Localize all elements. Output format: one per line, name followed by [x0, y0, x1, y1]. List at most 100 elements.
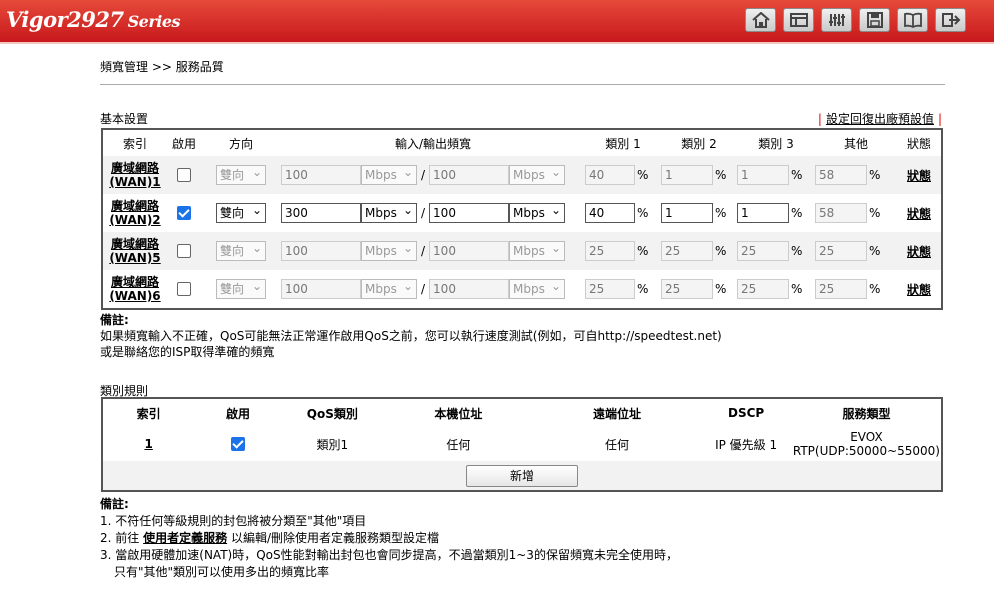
class2-input[interactable]: 1: [661, 203, 713, 223]
outbound-unit-select[interactable]: Mbps: [509, 201, 566, 223]
wan-enable-checkbox[interactable]: [177, 168, 191, 183]
outbound-input[interactable]: 100: [429, 165, 510, 185]
bandwidth-slash: /: [421, 168, 426, 182]
class1-input[interactable]: 25: [585, 279, 635, 299]
bandwidth-slash: /: [421, 282, 426, 296]
note1-title: 備註:: [100, 313, 129, 327]
inbound-unit-select[interactable]: Mbps: [361, 201, 417, 223]
other-input: 58: [815, 165, 867, 185]
bandwidth-slash: /: [421, 206, 426, 220]
wan-index-line1: 廣域網路: [110, 237, 159, 251]
status-link[interactable]: 狀態: [907, 169, 931, 183]
wan-index-link[interactable]: 廣域網路 (WAN)1: [109, 161, 160, 189]
class3-input[interactable]: 25: [737, 241, 789, 261]
outbound-unit-select[interactable]: Mbps: [509, 277, 566, 299]
outbound-input[interactable]: 100: [429, 241, 510, 261]
col-class2: 類別 2: [681, 136, 717, 151]
rule-enable-checkbox[interactable]: [230, 437, 245, 452]
rule-col-local: 本機位址: [434, 406, 483, 421]
add-rule-button[interactable]: 新增: [466, 464, 578, 487]
sliders-icon[interactable]: [821, 8, 852, 32]
percent-sign: %: [715, 206, 727, 220]
wan-enable-checkbox[interactable]: [177, 206, 191, 221]
wan-enable-checkbox[interactable]: [177, 244, 191, 259]
inbound-input[interactable]: 300: [281, 203, 361, 223]
percent-sign: %: [637, 168, 649, 182]
inbound-input[interactable]: 100: [281, 279, 361, 299]
inbound-unit-select[interactable]: Mbps: [361, 239, 417, 261]
other-input: 25: [815, 279, 867, 299]
table-row: 廣域網路(WAN)2雙向300Mbps/100Mbps40%1%1%58%狀態: [102, 194, 942, 232]
outbound-input[interactable]: 100: [429, 203, 510, 223]
home-icon[interactable]: [745, 8, 776, 32]
col-direction: 方向: [228, 136, 253, 151]
bandwidth-table: 索引 啟用 方向 輸入/輸出頻寬 類別 1 類別 2 類別 3 其他 狀態 廣域…: [101, 128, 943, 310]
direction-select[interactable]: 雙向: [216, 277, 266, 299]
outbound-unit-select[interactable]: Mbps: [509, 239, 566, 261]
bandwidth-slash: /: [421, 244, 426, 258]
wan-index-link[interactable]: 廣域網路 (WAN)6: [109, 275, 160, 303]
status-link[interactable]: 狀態: [907, 207, 931, 221]
inbound-unit-select[interactable]: Mbps: [361, 163, 417, 185]
note2-title: 備註:: [100, 497, 129, 511]
class2-input[interactable]: 25: [661, 241, 713, 261]
direction-select[interactable]: 雙向: [216, 239, 266, 261]
book-icon[interactable]: [897, 8, 928, 32]
class-rules-header: 索引 啟用 QoS類別 本機位址 遠端位址 DSCP 服務類型: [102, 398, 942, 427]
rule-local: 任何: [446, 437, 471, 452]
percent-sign: %: [637, 282, 649, 296]
basic-settings-title: 基本設置: [100, 112, 149, 126]
rule-service: EVOX RTP(UDP:50000~55000): [792, 427, 942, 461]
status-link[interactable]: 狀態: [907, 245, 931, 259]
breadcrumb: 頻寬管理 >> 服務品質: [100, 60, 224, 74]
outbound-unit-select[interactable]: Mbps: [509, 163, 566, 185]
note2-item2-prefix: 2. 前往: [100, 531, 140, 545]
class1-input[interactable]: 25: [585, 241, 635, 261]
rule-dscp: IP 優先級 1: [715, 437, 778, 452]
col-class1: 類別 1: [605, 136, 641, 151]
status-link[interactable]: 狀態: [907, 283, 931, 297]
note2-item3-line2: 只有"其他"類別可以使用多出的頻寬比率: [114, 565, 330, 579]
note2: 備註: 1. 不符任何等級規則的封包將被分類至"其他"項目 2. 前往 使用者定…: [100, 496, 678, 581]
direction-select[interactable]: 雙向: [216, 201, 266, 223]
rule-index-link[interactable]: 1: [144, 437, 152, 451]
class2-input[interactable]: 1: [661, 165, 713, 185]
inbound-unit-select[interactable]: Mbps: [361, 277, 417, 299]
note2-item3-line1: 3. 當啟用硬體加速(NAT)時，QoS性能對輸出封包也會同步提高，不過當類別1…: [100, 548, 678, 562]
table-row: 1 類別1 任何 任何 IP 優先級 1 EVOX RTP(UDP:50000~…: [102, 427, 942, 461]
save-icon[interactable]: [859, 8, 890, 32]
percent-sign: %: [869, 244, 881, 258]
inbound-input[interactable]: 100: [281, 165, 361, 185]
percent-sign: %: [791, 168, 803, 182]
wan-index-line2: (WAN)5: [109, 251, 161, 265]
table-icon[interactable]: [783, 8, 814, 32]
percent-sign: %: [791, 244, 803, 258]
note1-line1: 如果頻寬輸入不正確，QoS可能無法正常運作啟用QoS之前，您可以執行速度測試(例…: [100, 329, 722, 343]
class1-input[interactable]: 40: [585, 203, 635, 223]
table-row: 廣域網路(WAN)1雙向100Mbps/100Mbps40%1%1%58%狀態: [102, 156, 942, 194]
wan-enable-checkbox[interactable]: [177, 282, 191, 297]
header-bar: Vigor2927 Series: [0, 0, 994, 44]
wan-index-line1: 廣域網路: [110, 275, 159, 289]
direction-select[interactable]: 雙向: [216, 163, 266, 185]
wan-index-link[interactable]: 廣域網路 (WAN)2: [109, 199, 160, 227]
percent-sign: %: [715, 168, 727, 182]
logout-icon[interactable]: [935, 8, 966, 32]
reset-defaults-link[interactable]: 設定回復出廠預設值: [826, 112, 934, 126]
percent-sign: %: [791, 206, 803, 220]
outbound-input[interactable]: 100: [429, 279, 510, 299]
logo-main: Vigor2927: [6, 7, 124, 32]
class3-input[interactable]: 1: [737, 165, 789, 185]
logo: Vigor2927 Series: [6, 7, 181, 32]
class2-input[interactable]: 25: [661, 279, 713, 299]
rule-col-index: 索引: [136, 406, 161, 421]
percent-sign: %: [869, 206, 881, 220]
reset-defaults: | 設定回復出廠預設值 |: [817, 112, 942, 126]
wan-index-link[interactable]: 廣域網路 (WAN)5: [109, 237, 160, 265]
class3-input[interactable]: 1: [737, 203, 789, 223]
inbound-input[interactable]: 100: [281, 241, 361, 261]
other-input: 25: [815, 241, 867, 261]
class1-input[interactable]: 40: [585, 165, 635, 185]
user-defined-service-link[interactable]: 使用者定義服務: [143, 531, 227, 545]
class3-input[interactable]: 25: [737, 279, 789, 299]
